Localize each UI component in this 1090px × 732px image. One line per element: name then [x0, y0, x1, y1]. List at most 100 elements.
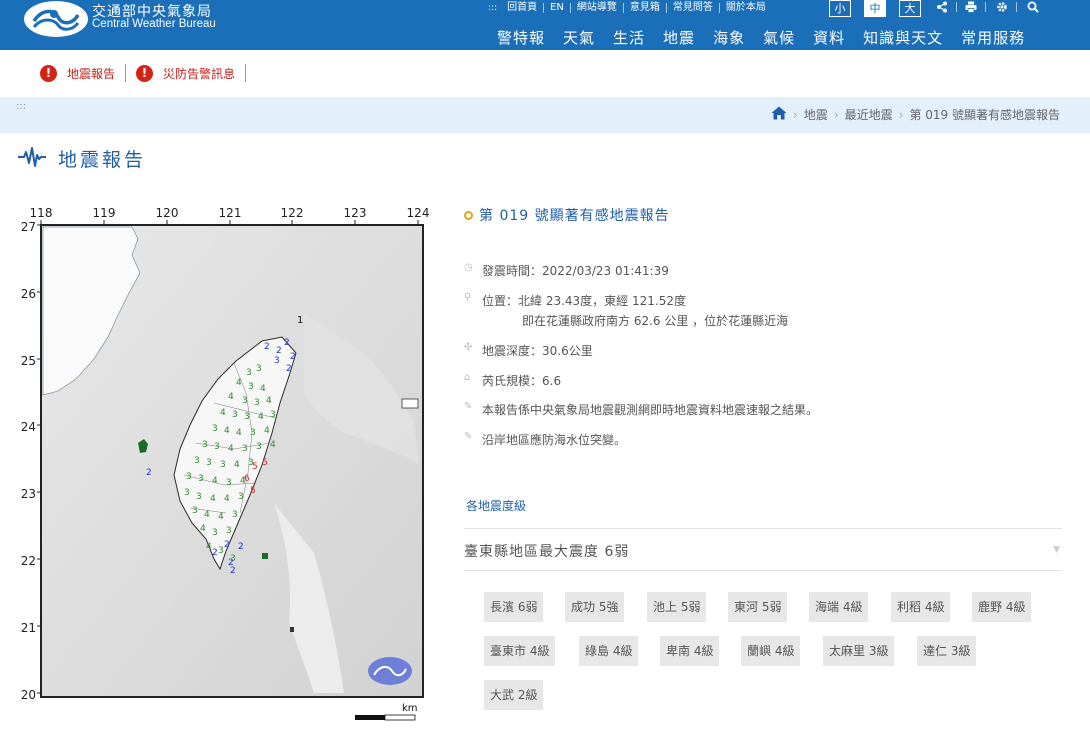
intensity-value: 3: [242, 396, 248, 406]
caret-down-icon[interactable]: ▼: [1053, 545, 1060, 555]
station-tag: 成功 5強: [565, 592, 625, 622]
top-link-feedback[interactable]: 意見箱: [622, 3, 666, 13]
cwb-logo[interactable]: [24, 1, 88, 37]
intensity-value: 3: [256, 364, 262, 374]
max-intensity-row[interactable]: 臺東縣地區最大震度 6弱 ▼: [464, 528, 1062, 571]
intensity-value: 4: [260, 384, 266, 394]
font-size-medium-button[interactable]: 中: [864, 0, 886, 17]
alert-label[interactable]: 地震報告: [67, 65, 115, 82]
intensity-value: 3: [226, 478, 232, 488]
intensity-value: 3: [186, 472, 192, 482]
station-tag: 利稻 4級: [891, 592, 951, 622]
divider: [245, 64, 247, 82]
settings-icon[interactable]: [996, 1, 1008, 16]
page-title-wrap: 地震報告: [18, 145, 146, 172]
info-location-detail: 即在花蓮縣政府南方 62.6 公里 ，位於花蓮縣近海: [522, 314, 789, 328]
intensity-value: 3: [238, 492, 244, 502]
breadcrumb-bar: ::: › 地震 › 最近地震 › 第 019 號顯著有感地震報告: [0, 97, 1090, 133]
breadcrumb-earthquake[interactable]: 地震: [804, 106, 828, 123]
info-magnitude-text: 芮氏規模：6.6: [482, 374, 562, 388]
nav-earthquake[interactable]: 地震: [663, 27, 695, 48]
info-magnitude: ⌂ 芮氏規模：6.6: [464, 372, 561, 389]
nav-weather[interactable]: 天氣: [563, 27, 595, 48]
station-tag: 長濱 6弱: [484, 592, 544, 622]
station-tag: 達仁 3級: [917, 636, 977, 666]
lat-label: 26: [21, 287, 36, 301]
top-link-en[interactable]: EN: [543, 3, 570, 13]
station-tag: 卑南 4級: [660, 636, 720, 666]
intensity-value: 4: [212, 476, 218, 486]
scale-unit: km: [402, 703, 418, 714]
intensity-value: 4: [236, 428, 242, 438]
print-icon[interactable]: [965, 1, 977, 16]
share-icon[interactable]: [936, 1, 948, 16]
station-tag: 池上 5弱: [647, 592, 707, 622]
clock-icon: ◷: [464, 262, 473, 273]
depth-icon: ✣: [464, 342, 473, 353]
top-link-faq[interactable]: 常見問答: [665, 3, 719, 13]
intensity-value: 2: [224, 540, 230, 550]
intensity-value: 4: [264, 426, 270, 436]
page-title: 地震報告: [58, 149, 147, 171]
bullet-icon: [464, 210, 473, 220]
intensity-value: 3: [256, 442, 262, 452]
alert-earthquake-report[interactable]: ! 地震報告: [40, 64, 115, 82]
intensity-value: 2: [276, 346, 282, 356]
report-title-text: 第 019 號顯著有感地震報告: [479, 208, 670, 224]
station-tag: 蘭嶼 4級: [741, 636, 801, 666]
accesskey-dots[interactable]: :::: [16, 101, 26, 112]
nav-life[interactable]: 生活: [613, 27, 645, 48]
breadcrumb-recent[interactable]: 最近地震: [845, 106, 893, 123]
intensity-value: 3: [232, 510, 238, 520]
lon-label: 123: [344, 206, 367, 220]
top-link-home[interactable]: 回首頁: [501, 3, 543, 13]
intensity-value: 4: [200, 524, 206, 534]
search-icon[interactable]: [1027, 1, 1039, 16]
intensity-value: 3: [198, 474, 204, 484]
lon-label: 124: [407, 206, 430, 220]
nav-warnings[interactable]: 警特報: [497, 27, 545, 48]
intensity-value: 2: [146, 468, 152, 478]
nav-knowledge[interactable]: 知識與天文: [863, 27, 943, 48]
nav-services[interactable]: 常用服務: [961, 27, 1025, 48]
max-intensity-text: 臺東縣地區最大震度 6弱: [464, 544, 630, 560]
top-link-sitemap[interactable]: 網站導覽: [569, 3, 623, 13]
intensity-levels-link[interactable]: 各地震度級: [466, 497, 526, 514]
alert-disaster-warning[interactable]: ! 災防告警訊息: [136, 64, 235, 82]
pencil-icon: ✎: [464, 401, 473, 412]
station-tag: 大武 2級: [484, 680, 544, 710]
top-links: ::: 回首頁 EN 網站導覽 意見箱 常見問答 關於本局: [488, 0, 772, 16]
intensity-value: 5: [250, 486, 256, 496]
lon-label: 118: [30, 206, 53, 220]
font-size-small-button[interactable]: 小: [829, 0, 851, 17]
intensity-value: 2: [264, 342, 270, 352]
intensity-value: 3: [226, 526, 232, 536]
lat-label: 27: [21, 220, 36, 234]
intensity-value: 3: [212, 528, 218, 538]
intensity-value: 3: [212, 424, 218, 434]
alert-label[interactable]: 災防告警訊息: [163, 65, 235, 82]
top-link-about[interactable]: 關於本局: [718, 3, 772, 13]
font-size-large-button[interactable]: 大: [899, 0, 921, 17]
lat-label: 21: [21, 621, 36, 635]
chevron-right-icon: ›: [833, 107, 839, 122]
intensity-value: 3: [232, 410, 238, 420]
lon-label: 122: [281, 206, 304, 220]
intensity-value: 3: [254, 398, 260, 408]
chevron-right-icon: ›: [792, 107, 798, 122]
station-tag: 海端 4級: [809, 592, 869, 622]
nav-climate[interactable]: 氣候: [763, 27, 795, 48]
nav-marine[interactable]: 海象: [713, 27, 745, 48]
home-icon[interactable]: [771, 106, 787, 123]
station-tag: 東河 5弱: [728, 592, 788, 622]
chevron-right-icon: ›: [898, 107, 904, 122]
nav-data[interactable]: 資料: [813, 27, 845, 48]
intensity-map[interactable]: 118 119 120 121 122 123 124 27 26 25 24 …: [14, 203, 444, 728]
intensity-value: 4: [224, 426, 230, 436]
alert-bar: ! 地震報告 ! 災防告警訊息: [40, 62, 256, 84]
intensity-value: 4: [224, 494, 230, 504]
intensity-value: 6: [244, 474, 250, 484]
intensity-value: 3: [218, 546, 224, 556]
intensity-value: 5: [252, 462, 258, 472]
info-time: ◷ 發震時間：2022/03/23 01:41:39: [464, 262, 669, 279]
